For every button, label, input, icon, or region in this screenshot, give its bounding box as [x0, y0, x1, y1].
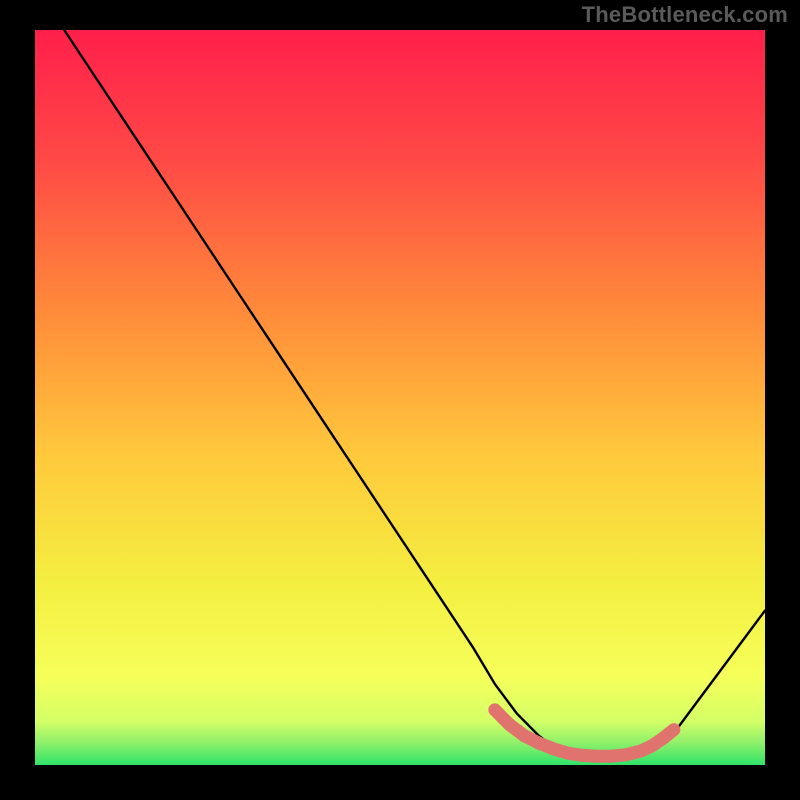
watermark-text: TheBottleneck.com [582, 2, 788, 28]
highlight-dot [605, 750, 618, 763]
highlight-dot [488, 703, 501, 716]
highlight-dot [503, 718, 516, 731]
highlight-dot [645, 739, 658, 752]
highlight-dot [547, 742, 560, 755]
highlight-dot [620, 748, 633, 761]
highlight-dot [667, 723, 680, 736]
chart-svg [35, 30, 765, 765]
plot-area [35, 30, 765, 765]
highlight-dot [518, 729, 531, 742]
highlight-dot [576, 749, 589, 762]
highlight-dot [591, 750, 604, 763]
highlight-dot [532, 737, 545, 750]
chart-frame: TheBottleneck.com [0, 0, 800, 800]
highlight-dot [561, 747, 574, 760]
gradient-background [35, 30, 765, 765]
highlight-dot [656, 732, 669, 745]
